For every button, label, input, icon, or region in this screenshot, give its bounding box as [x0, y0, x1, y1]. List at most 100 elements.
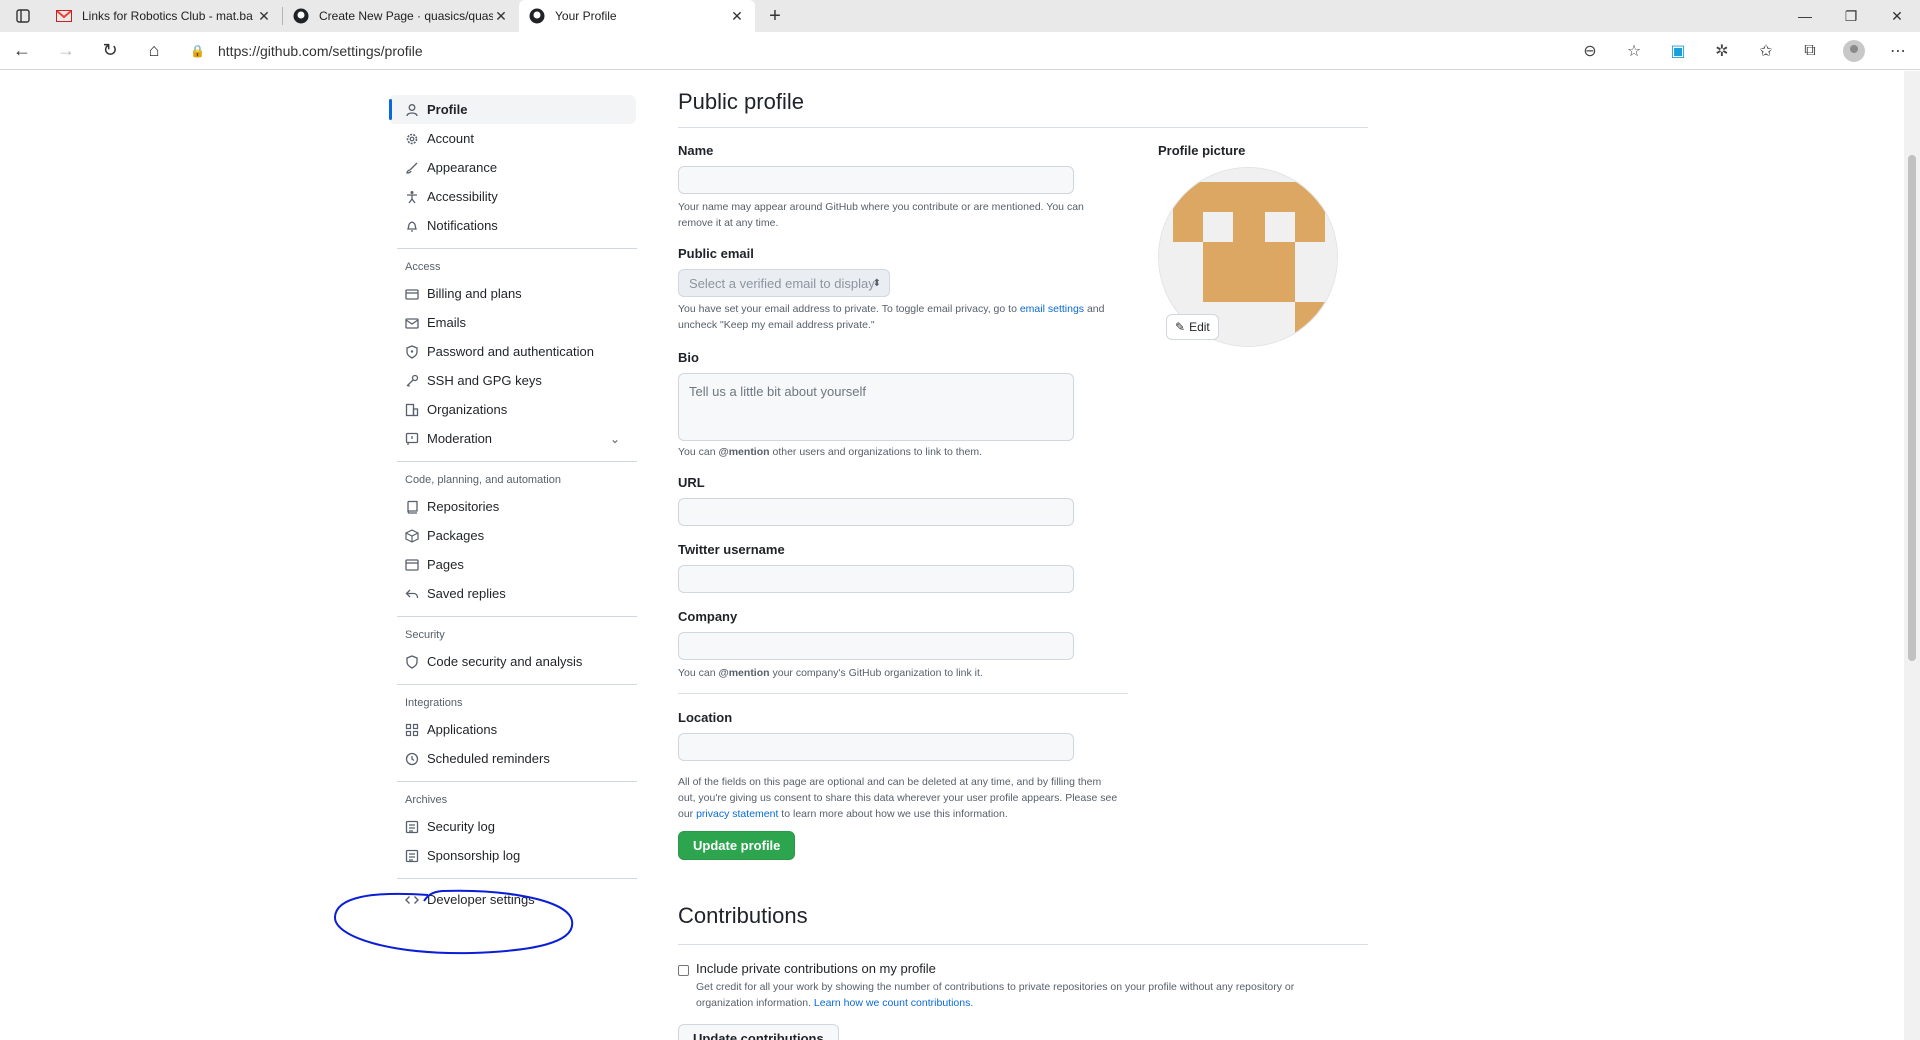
sidebar-divider	[397, 878, 637, 879]
gear-icon	[405, 132, 419, 146]
sidebar-item-security-log[interactable]: Security log	[389, 812, 636, 841]
scrollbar-thumb[interactable]	[1908, 155, 1916, 661]
sidebar-item-accessibility[interactable]: Accessibility	[389, 182, 636, 211]
bio-note-text: You can	[678, 446, 719, 458]
puzzle-icon[interactable]: ✲	[1700, 32, 1744, 70]
sidebar-item-saved-replies[interactable]: Saved replies	[389, 579, 636, 608]
private-contributions-checkbox[interactable]	[678, 965, 689, 976]
name-note: Your name may appear around GitHub where…	[678, 199, 1084, 231]
more-menu-icon[interactable]: ⋯	[1876, 32, 1920, 70]
zoom-icon[interactable]: ⊖	[1568, 32, 1612, 70]
consent-note: All of the fields on this page are optio…	[678, 774, 1117, 822]
collections-icon[interactable]: ⧉	[1788, 32, 1832, 70]
extension-icon[interactable]: ▣	[1656, 32, 1700, 70]
favorites-icon[interactable]: ✩	[1744, 32, 1788, 70]
sidebar-item-packages[interactable]: Packages	[389, 521, 636, 550]
close-tab-icon[interactable]: ✕	[493, 8, 509, 24]
browser-tab-gmail[interactable]: Links for Robotics Club - mat.ba ✕	[46, 0, 282, 32]
browser-tab-your-profile[interactable]: Your Profile ✕	[519, 0, 755, 32]
home-icon[interactable]: ⌂	[132, 32, 176, 70]
consent-line: All of the fields on this page are optio…	[678, 776, 1102, 788]
tab-title: Links for Robotics Club - mat.ba	[82, 9, 253, 23]
edit-avatar-button[interactable]: ✎ Edit	[1166, 314, 1219, 340]
sidebar-divider	[397, 461, 637, 462]
close-tab-icon[interactable]: ✕	[729, 8, 745, 24]
sidebar-item-scheduled-reminders[interactable]: Scheduled reminders	[389, 744, 636, 773]
forward-icon[interactable]: →	[44, 32, 88, 70]
sidebar-item-label: Accessibility	[427, 189, 498, 204]
sidebar-item-appearance[interactable]: Appearance	[389, 153, 636, 182]
sidebar-divider	[397, 616, 637, 617]
close-window-icon[interactable]: ✕	[1874, 0, 1920, 32]
back-icon[interactable]: ←	[0, 32, 44, 70]
contributions-title: Contributions	[678, 903, 808, 928]
location-input[interactable]	[678, 733, 1074, 761]
sidebar-item-code-security-and-analysis[interactable]: Code security and analysis	[389, 647, 636, 676]
sidebar-section-heading: Code, planning, and automation	[405, 474, 561, 486]
update-contributions-button[interactable]: Update contributions	[678, 1024, 839, 1040]
sidebar-item-label: Repositories	[427, 499, 500, 514]
address-bar[interactable]: 🔒 https://github.com/settings/profile	[190, 36, 1630, 66]
page-scrollbar[interactable]	[1904, 71, 1920, 1040]
sidebar-item-emails[interactable]: Emails	[389, 308, 636, 337]
chevron-down-icon[interactable]: ⌄	[610, 432, 620, 446]
browser-tab-create-page[interactable]: Create New Page · quasics/quasi ✕	[283, 0, 519, 32]
sidebar-item-label: Billing and plans	[427, 286, 522, 301]
sidebar-item-label: Applications	[427, 722, 498, 737]
sidebar-item-label: Moderation	[427, 431, 493, 446]
profile-avatar-icon[interactable]	[1832, 32, 1876, 70]
sidebar-item-organizations[interactable]: Organizations	[389, 395, 636, 424]
sidebar-item-password-and-authentication[interactable]: Password and authentication	[389, 337, 636, 366]
sidebar-item-ssh-and-gpg-keys[interactable]: SSH and GPG keys	[389, 366, 636, 395]
public-email-select[interactable]: Select a verified email to display ⬍	[678, 269, 890, 297]
twitter-input[interactable]	[678, 565, 1074, 593]
sidebar-item-sponsorship-log[interactable]: Sponsorship log	[389, 841, 636, 870]
tab-actions-icon[interactable]	[0, 0, 46, 32]
edit-label: Edit	[1189, 320, 1210, 334]
restore-icon[interactable]: ❐	[1828, 0, 1874, 32]
sidebar-item-profile[interactable]: Profile	[389, 95, 636, 124]
minimize-icon[interactable]: —	[1782, 0, 1828, 32]
settings-page: Profile Account Appearance Accessibility Not…	[0, 71, 1904, 1040]
refresh-icon[interactable]: ↻	[88, 32, 132, 70]
update-profile-button[interactable]: Update profile	[678, 831, 796, 860]
github-icon	[529, 8, 545, 24]
name-input[interactable]	[678, 166, 1074, 194]
privacy-statement-link[interactable]: privacy statement	[696, 808, 778, 820]
new-tab-button[interactable]: +	[755, 0, 795, 32]
sidebar-section-heading: Security	[405, 629, 445, 641]
window-controls: — ❐ ✕	[1782, 0, 1920, 32]
sidebar-item-applications[interactable]: Applications	[389, 715, 636, 744]
sidebar-item-billing-and-plans[interactable]: Billing and plans	[389, 279, 636, 308]
lock-icon: 🔒	[190, 44, 205, 58]
credit-card-icon	[405, 287, 419, 301]
email-settings-link[interactable]: email settings	[1020, 303, 1084, 315]
sidebar-item-notifications[interactable]: Notifications	[389, 211, 636, 240]
sidebar-item-repositories[interactable]: Repositories	[389, 492, 636, 521]
company-input[interactable]	[678, 632, 1074, 660]
close-tab-icon[interactable]: ✕	[256, 8, 272, 24]
sidebar-item-pages[interactable]: Pages	[389, 550, 636, 579]
sidebar-item-label: Emails	[427, 315, 467, 330]
browser-toolbar: ← → ↻ ⌂ 🔒 https://github.com/settings/pr…	[0, 32, 1920, 70]
sidebar-divider	[397, 248, 637, 249]
select-arrows-icon: ⬍	[872, 277, 881, 289]
sidebar-item-label: Security log	[427, 819, 495, 834]
count-contributions-link[interactable]: Learn how we count contributions.	[814, 997, 973, 1009]
contributions-note-line: Get credit for all your work by showing …	[696, 981, 1295, 993]
sidebar-item-moderation[interactable]: Moderation ⌄	[389, 424, 636, 453]
sidebar-section-heading: Access	[405, 261, 441, 273]
sidebar-divider	[397, 684, 637, 685]
title-divider	[678, 127, 1368, 128]
package-icon	[405, 528, 419, 543]
repo-icon	[405, 500, 419, 514]
sidebar-item-account[interactable]: Account	[389, 124, 636, 153]
favorite-star-icon[interactable]: ☆	[1612, 32, 1656, 70]
mention-text: @mention	[718, 446, 770, 458]
bio-textarea[interactable]: Tell us a little bit about yourself	[678, 373, 1074, 441]
bio-label: Bio	[678, 350, 699, 365]
url-input[interactable]	[678, 498, 1074, 526]
log-icon	[405, 820, 419, 834]
private-contributions-label[interactable]: Include private contributions on my prof…	[696, 961, 936, 976]
mention-text: @mention	[718, 667, 770, 679]
